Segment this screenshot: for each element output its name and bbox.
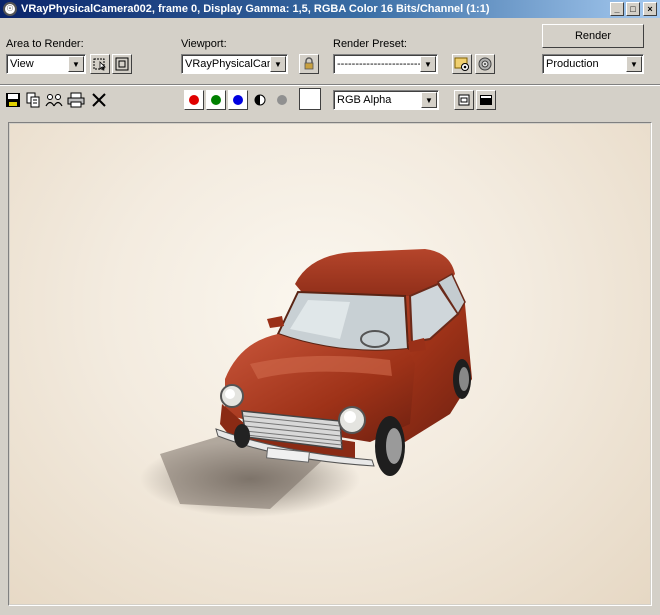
rendered-car-image — [140, 249, 472, 517]
window-title: VRayPhysicalCamera002, frame 0, Display … — [21, 3, 490, 15]
viewport-value: VRayPhysicalCame — [185, 58, 270, 70]
green-channel-toggle[interactable] — [206, 90, 226, 110]
alpha-icon — [254, 94, 266, 106]
monochrome-toggle[interactable] — [273, 91, 291, 109]
render-mode-value: Production — [546, 58, 599, 70]
clear-icon — [92, 93, 106, 107]
single-channel-icon — [277, 95, 287, 105]
maximize-button[interactable]: □ — [626, 2, 640, 16]
chevron-down-icon: ▼ — [421, 92, 437, 108]
edit-region-icon — [93, 58, 106, 71]
render-preset-label: Render Preset: — [333, 38, 407, 50]
copy-image-button[interactable] — [24, 91, 42, 109]
frame-window-button[interactable] — [476, 90, 496, 110]
environment-effects-button[interactable] — [475, 54, 495, 74]
chevron-down-icon: ▼ — [68, 56, 84, 72]
render-button[interactable]: Render — [542, 24, 644, 48]
title-bar: ☉ VRayPhysicalCamera002, frame 0, Displa… — [0, 0, 660, 18]
edit-region-button[interactable] — [90, 54, 110, 74]
render-setup-icon — [454, 57, 469, 71]
rendered-image — [10, 124, 650, 604]
alpha-channel-toggle[interactable] — [251, 91, 269, 109]
chevron-down-icon: ▼ — [626, 56, 642, 72]
print-image-button[interactable] — [67, 91, 85, 109]
clone-window-button[interactable] — [45, 91, 63, 109]
clear-image-button[interactable] — [90, 91, 108, 109]
clone-icon — [45, 94, 63, 107]
blue-channel-icon — [233, 95, 243, 105]
lock-viewport-button[interactable] — [299, 54, 319, 74]
channel-display-value: RGB Alpha — [337, 94, 392, 106]
frame-window-icon — [480, 95, 492, 105]
render-setup-button[interactable] — [452, 54, 472, 74]
chevron-down-icon: ▼ — [270, 56, 286, 72]
minimize-button[interactable]: _ — [610, 2, 624, 16]
print-icon — [67, 92, 85, 108]
color-swatch[interactable] — [299, 88, 321, 110]
render-preset-value: -------------------------- — [337, 58, 420, 70]
app-icon: ☉ — [3, 2, 17, 16]
render-mode-dropdown[interactable]: Production ▼ — [542, 54, 644, 74]
area-to-render-value: View — [10, 58, 34, 70]
viewport-label: Viewport: — [181, 38, 227, 50]
chevron-down-icon: ▼ — [420, 56, 436, 72]
green-channel-icon — [211, 95, 221, 105]
environment-icon — [478, 57, 492, 71]
toggle-ui-overlay-button[interactable] — [454, 90, 474, 110]
close-button[interactable]: × — [643, 2, 657, 16]
render-viewport[interactable] — [8, 122, 652, 606]
blue-channel-toggle[interactable] — [228, 90, 248, 110]
red-channel-icon — [189, 95, 199, 105]
display-toggle-icon — [458, 94, 470, 106]
render-preset-dropdown[interactable]: -------------------------- ▼ — [333, 54, 438, 74]
area-to-render-label: Area to Render: — [6, 38, 84, 50]
auto-region-icon — [115, 57, 129, 71]
auto-region-button[interactable] — [112, 54, 132, 74]
copy-icon — [26, 92, 40, 108]
save-icon — [6, 93, 20, 107]
channel-display-dropdown[interactable]: RGB Alpha ▼ — [333, 90, 439, 110]
area-to-render-dropdown[interactable]: View ▼ — [6, 54, 86, 74]
viewport-dropdown[interactable]: VRayPhysicalCame ▼ — [181, 54, 288, 74]
lock-icon — [304, 57, 314, 70]
red-channel-toggle[interactable] — [184, 90, 204, 110]
save-image-button[interactable] — [4, 91, 22, 109]
toolbar-separator — [0, 84, 660, 86]
